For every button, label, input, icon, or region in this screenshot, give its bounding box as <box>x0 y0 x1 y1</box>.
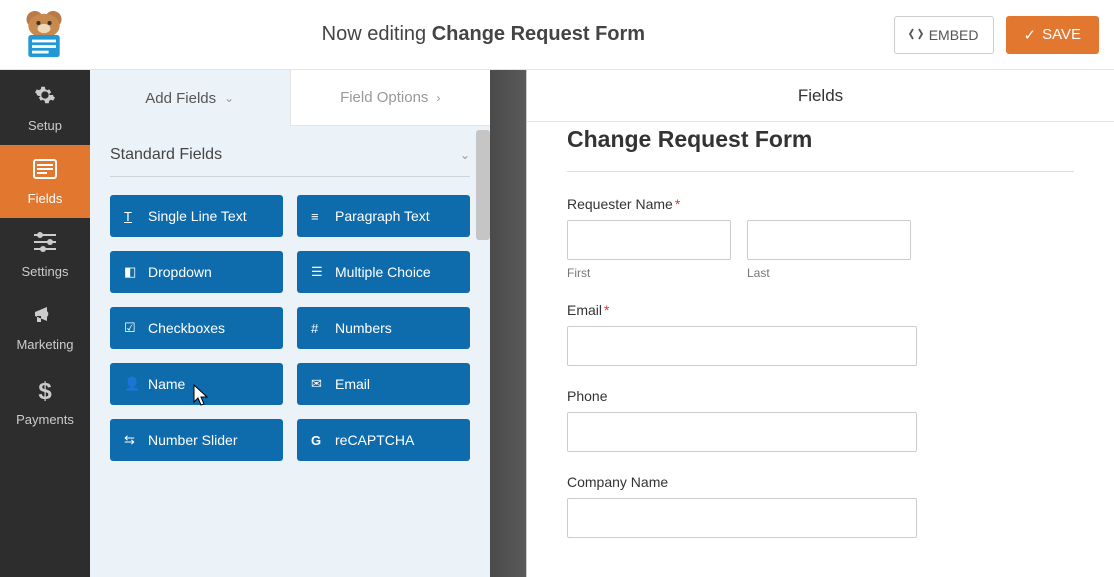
preview-body: Change Request Form Requester Name* Firs… <box>527 122 1114 577</box>
field-checkboxes[interactable]: ☑ Checkboxes <box>110 307 283 349</box>
embed-label: EMBED <box>929 27 979 43</box>
field-phone: Phone <box>567 388 1074 452</box>
sidebar-item-fields[interactable]: Fields <box>0 145 90 218</box>
gear-icon <box>0 84 90 112</box>
scrollbar-thumb[interactable] <box>476 130 490 240</box>
tab-label: Add Fields <box>145 90 216 107</box>
preview-header: Fields <box>527 70 1114 122</box>
envelope-icon: ✉ <box>311 376 325 392</box>
tab-field-options[interactable]: Field Options › <box>290 70 491 126</box>
header-actions: EMBED ✓ SAVE <box>894 16 1099 54</box>
field-multiple-choice[interactable]: ☰ Multiple Choice <box>297 251 470 293</box>
slider-icon: ⇆ <box>124 432 138 448</box>
top-bar: Now editing Change Request Form EMBED ✓ … <box>0 0 1114 70</box>
field-label: Paragraph Text <box>335 208 430 224</box>
sidebar-label: Payments <box>16 412 74 427</box>
user-icon: 👤 <box>124 376 138 392</box>
company-input[interactable] <box>567 498 917 538</box>
label-text: Requester Name <box>567 196 673 212</box>
megaphone-icon <box>0 305 90 331</box>
header-title: Now editing Change Request Form <box>73 23 894 46</box>
sliders-icon <box>0 232 90 258</box>
form-title: Change Request Form <box>567 126 1074 153</box>
sidebar-label: Fields <box>28 191 63 206</box>
requester-name-label: Requester Name* <box>567 196 1074 212</box>
phone-input[interactable] <box>567 412 917 452</box>
phone-label: Phone <box>567 388 1074 404</box>
email-label: Email* <box>567 302 1074 318</box>
field-number-slider[interactable]: ⇆ Number Slider <box>110 419 283 461</box>
label-text: Email <box>567 302 602 318</box>
field-label: Single Line Text <box>148 208 247 224</box>
paragraph-icon: ≡ <box>311 209 325 224</box>
sidebar-label: Setup <box>28 118 62 133</box>
field-label: Checkboxes <box>148 320 225 336</box>
field-label: Number Slider <box>148 432 237 448</box>
field-email: Email* <box>567 302 1074 366</box>
chevron-right-icon: › <box>436 91 440 105</box>
field-paragraph-text[interactable]: ≡ Paragraph Text <box>297 195 470 237</box>
embed-button[interactable]: EMBED <box>894 16 994 54</box>
field-label: Dropdown <box>148 264 212 280</box>
field-recaptcha[interactable]: GreCAPTCHA <box>297 419 470 461</box>
first-name-input[interactable] <box>567 220 731 260</box>
chevron-down-icon: ⌄ <box>224 91 234 105</box>
preview-pane: Fields Change Request Form Requester Nam… <box>526 70 1114 577</box>
form-name-title: Change Request Form <box>432 23 645 45</box>
text-icon: T <box>124 209 138 224</box>
sidebar-label: Settings <box>22 264 69 279</box>
sidebar-item-setup[interactable]: Setup <box>0 70 90 145</box>
save-label: SAVE <box>1042 26 1081 43</box>
sidebar-label: Marketing <box>16 337 73 352</box>
field-single-line-text[interactable]: T Single Line Text <box>110 195 283 237</box>
field-email[interactable]: ✉ Email <box>297 363 470 405</box>
hash-icon: # <box>311 321 325 336</box>
field-name[interactable]: 👤 Name <box>110 363 283 405</box>
fields-panel: Add Fields ⌄ Field Options › Standard Fi… <box>90 70 490 577</box>
form-divider <box>567 171 1074 172</box>
company-label: Company Name <box>567 474 1074 490</box>
tab-add-fields[interactable]: Add Fields ⌄ <box>90 70 290 126</box>
email-input[interactable] <box>567 326 917 366</box>
fields-grid: T Single Line Text ≡ Paragraph Text ◧ Dropd… <box>110 195 470 461</box>
tab-label: Field Options <box>340 89 428 106</box>
checkbox-icon: ☑ <box>124 320 138 336</box>
field-numbers[interactable]: # Numbers <box>297 307 470 349</box>
panel-tabs: Add Fields ⌄ Field Options › <box>90 70 490 126</box>
form-icon <box>0 159 90 185</box>
dollar-icon: $ <box>0 378 90 406</box>
last-hint: Last <box>747 266 911 280</box>
field-dropdown[interactable]: ◧ Dropdown <box>110 251 283 293</box>
field-company: Company Name <box>567 474 1074 538</box>
field-label: Name <box>148 376 185 392</box>
field-label: Numbers <box>335 320 392 336</box>
required-asterisk: * <box>604 302 609 318</box>
app-logo <box>15 10 73 60</box>
last-name-input[interactable] <box>747 220 911 260</box>
section-title: Standard Fields <box>110 146 222 164</box>
field-label: reCAPTCHA <box>335 432 414 448</box>
editing-prefix: Now editing <box>322 23 432 45</box>
field-label: Email <box>335 376 370 392</box>
code-icon <box>909 27 923 43</box>
dropdown-icon: ◧ <box>124 264 138 280</box>
section-header[interactable]: Standard Fields ⌄ <box>110 146 470 177</box>
left-sidebar: Setup Fields Settings Marketing $ Paymen… <box>0 70 90 577</box>
required-asterisk: * <box>675 196 680 212</box>
divider-strip <box>490 70 526 577</box>
recaptcha-icon: G <box>311 433 325 448</box>
list-icon: ☰ <box>311 264 325 280</box>
field-requester-name: Requester Name* First Last <box>567 196 1074 280</box>
first-hint: First <box>567 266 731 280</box>
sidebar-item-settings[interactable]: Settings <box>0 218 90 291</box>
save-button[interactable]: ✓ SAVE <box>1006 16 1099 54</box>
check-icon: ✓ <box>1024 26 1037 44</box>
chevron-down-icon: ⌄ <box>460 148 470 162</box>
sidebar-item-marketing[interactable]: Marketing <box>0 291 90 364</box>
sidebar-item-payments[interactable]: $ Payments <box>0 364 90 439</box>
field-label: Multiple Choice <box>335 264 431 280</box>
